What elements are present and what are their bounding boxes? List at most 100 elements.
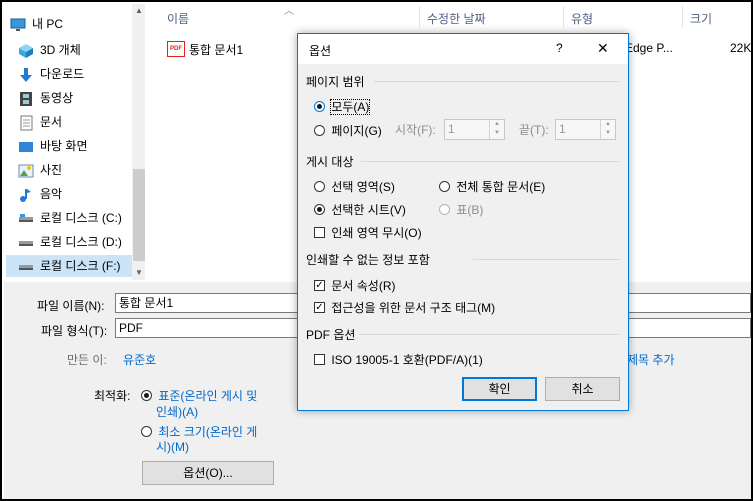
scroll-down-arrow[interactable]: ▼ [132,266,145,280]
radio-selected-icon [141,390,152,401]
navigation-pane: 내 PC 3D 개체 다운로드 동영상 문서 바탕 화면 사진 음악 로컬 디스… [4,4,145,280]
end-page-stepper[interactable]: 1 ▲ ▼ [555,119,616,140]
nonprint-title: 인쇄할 수 없는 정보 포함 [306,253,430,267]
sidebar-item-label: 로컬 디스크 (F:) [40,259,121,273]
doc-properties-label: 문서 속성(R) [331,279,396,293]
sidebar-item-label: 로컬 디스크 (D:) [40,235,122,249]
options-dialog: 옵션 ? ✕ 페이지 범위 모두(A) 페이지(G) 시작(F): 1 ▲ ▼ 끝… [297,33,629,411]
iso-compliant-label: ISO 19005-1 호환(PDF/A)(1) [331,353,483,367]
column-header-name[interactable]: 이름 [167,10,189,27]
filetype-label: 파일 형식(T): [41,324,108,338]
pdf-file-icon: PDF [167,41,185,57]
add-tag-link[interactable]: 제목 추가 [627,351,675,368]
column-divider[interactable] [419,6,420,28]
sidebar-item-drive-d[interactable]: 로컬 디스크 (D:) [18,231,145,253]
save-as-window: 내 PC 3D 개체 다운로드 동영상 문서 바탕 화면 사진 음악 로컬 디스… [0,0,753,501]
cancel-button[interactable]: 취소 [545,377,620,401]
stepper-up-icon[interactable]: ▲ [490,120,504,129]
publish-table-label: 표(B) [456,203,484,217]
publish-workbook-radio[interactable]: 전체 통합 문서(E) [439,178,545,195]
dialog-titlebar[interactable]: 옵션 ? ✕ [298,34,628,64]
start-page-value: 1 [448,122,455,136]
sidebar-item-3d-objects[interactable]: 3D 개체 [18,39,145,61]
column-header-size[interactable]: 크기 [690,10,712,27]
optimize-label: 최적화: [94,389,131,403]
sidebar-item-documents[interactable]: 문서 [18,111,145,133]
end-page-label: 끝(T): [519,123,549,137]
publish-selection-label: 선택 영역(S) [331,180,395,194]
radio-unselected-icon [141,426,152,437]
optimize-standard-label: 표준(온라인 게시 및 [158,389,258,403]
radio-unselected-icon [314,181,325,192]
download-icon [18,67,34,83]
radio-unselected-icon [314,125,325,136]
iso-compliant-checkbox[interactable]: ISO 19005-1 호환(PDF/A)(1) [314,351,483,368]
sidebar-item-desktop[interactable]: 바탕 화면 [18,135,145,157]
sidebar-item-label: 바탕 화면 [40,139,88,153]
sidebar-item-label: 문서 [40,115,63,129]
sidebar-item-label: 사진 [40,163,63,177]
desktop-icon [18,139,34,155]
stepper-arrows[interactable]: ▲ ▼ [489,120,504,139]
drive-icon [18,211,34,227]
options-button[interactable]: 옵션(O)... [142,461,274,485]
checkbox-unchecked-icon [314,227,325,238]
end-page-value: 1 [559,122,566,136]
pdf-options-title: PDF 옵션 [306,328,356,342]
scroll-up-arrow[interactable]: ▲ [132,4,145,18]
drive-icon [18,235,34,251]
page-range-all-label: 모두(A) [330,99,371,115]
sidebar-item-label: 내 PC [32,17,64,31]
stepper-down-icon[interactable]: ▼ [601,129,615,138]
author-value[interactable]: 유준호 [123,351,156,368]
stepper-up-icon[interactable]: ▲ [601,120,615,129]
checkbox-checked-icon: ✓ [314,302,325,313]
radio-selected-icon [314,204,325,215]
structure-tags-label: 접근성을 위한 문서 구조 태그(M) [331,301,496,315]
cube-icon [18,43,34,59]
help-button[interactable]: ? [556,41,563,55]
column-header-modified[interactable]: 수정한 날짜 [427,10,486,27]
sidebar-item-downloads[interactable]: 다운로드 [18,63,145,85]
drive-icon [18,259,34,275]
author-label: 만든 이: [67,353,107,367]
page-range-pages-label: 페이지(G) [331,124,382,138]
stepper-down-icon[interactable]: ▼ [490,129,504,138]
section-divider [359,334,619,335]
sidebar-item-music[interactable]: 음악 [18,183,145,205]
film-icon [18,91,34,107]
page-range-pages-radio[interactable]: 페이지(G) [314,122,382,139]
column-divider[interactable] [682,6,683,28]
doc-properties-checkbox[interactable]: ✓ 문서 속성(R) [314,277,396,294]
sidebar-item-drive-f[interactable]: 로컬 디스크 (F:) [6,255,144,277]
ok-button[interactable]: 확인 [462,377,537,401]
sidebar-item-pictures[interactable]: 사진 [18,159,145,181]
optimize-min-label-2: 시)(M) [156,440,190,454]
sidebar-item-label: 로컬 디스크 (C:) [40,211,122,225]
picture-icon [18,163,34,179]
optimize-standard-radio[interactable]: 표준(온라인 게시 및 [141,387,257,404]
column-divider[interactable] [563,6,564,28]
column-header-type[interactable]: 유형 [571,10,593,27]
stepper-arrows[interactable]: ▲ ▼ [600,120,615,139]
sidebar-scrollbar[interactable]: ▲ ▼ [132,4,145,280]
publish-active-sheets-radio[interactable]: 선택한 시트(V) [314,201,406,218]
sidebar-item-videos[interactable]: 동영상 [18,87,145,109]
start-page-stepper[interactable]: 1 ▲ ▼ [444,119,505,140]
dialog-title: 옵션 [309,44,332,58]
structure-tags-checkbox[interactable]: ✓ 접근성을 위한 문서 구조 태그(M) [314,299,495,316]
publish-selection-radio[interactable]: 선택 영역(S) [314,178,395,195]
sidebar-item-label: 3D 개체 [40,43,81,57]
sidebar-item-label: 동영상 [40,91,74,105]
radio-unselected-icon [439,181,450,192]
publish-active-sheets-label: 선택한 시트(V) [331,203,406,217]
page-range-all-radio[interactable]: 모두(A) [314,98,371,115]
radio-selected-icon [314,101,325,112]
sidebar-item-drive-c[interactable]: 로컬 디스크 (C:) [18,207,145,229]
sidebar-item-this-pc[interactable]: 내 PC [10,13,140,35]
page-range-title: 페이지 범위 [306,75,365,89]
scrollbar-thumb[interactable] [133,169,145,261]
ignore-print-areas-checkbox[interactable]: 인쇄 영역 무시(O) [314,224,422,241]
section-divider [361,161,619,162]
close-button[interactable]: ✕ [597,40,609,57]
